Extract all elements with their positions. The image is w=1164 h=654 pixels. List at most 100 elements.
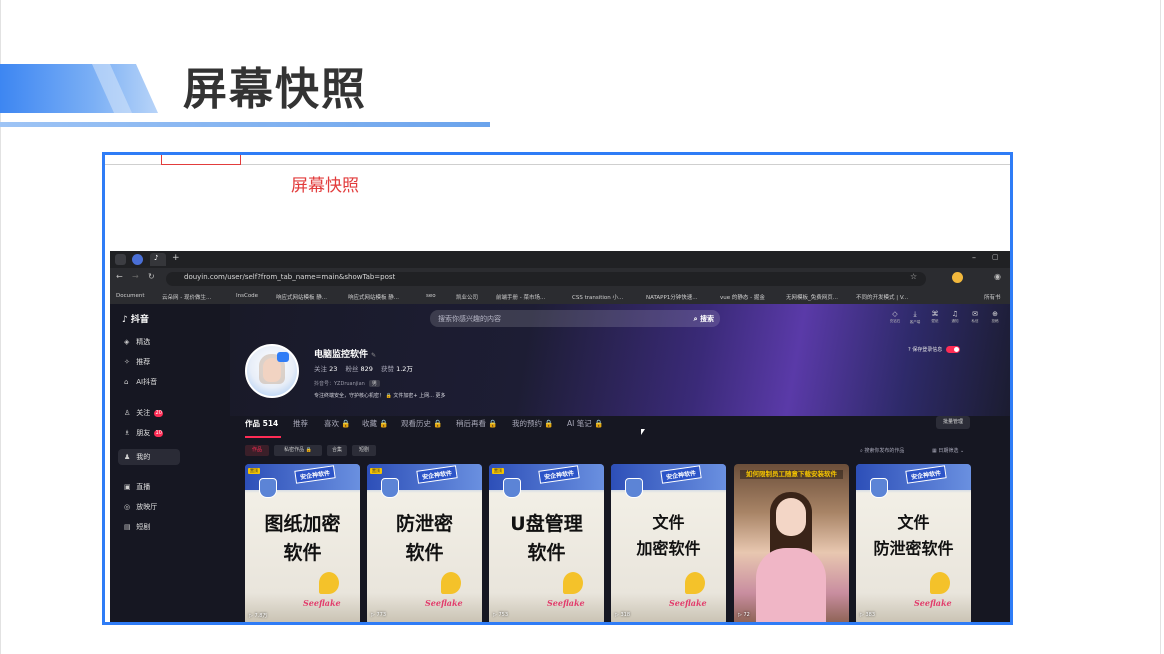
bookmark-item[interactable]: NATAPP1分钟快速... <box>646 293 698 301</box>
download-icon[interactable]: ⤓ 客户端 <box>908 310 922 325</box>
likes-count: 1.2万 <box>396 365 413 373</box>
douyin-logo[interactable]: ♪ 抖音 <box>122 312 149 325</box>
extension-icon[interactable] <box>952 272 963 283</box>
nav-item-following[interactable]: ♙ 关注 20 <box>124 408 164 418</box>
recommend-icon: ✧ <box>124 358 130 366</box>
profile-avatar[interactable] <box>245 344 299 398</box>
bookmark-item[interactable]: CSS transition 小... <box>572 293 623 301</box>
reload-icon[interactable]: ↻ <box>148 272 155 281</box>
bookmark-item[interactable]: vue 的静态 - 掘金 <box>720 293 765 301</box>
nav-item-short-drama[interactable]: ▤ 短剧 <box>124 522 150 532</box>
bookmark-item[interactable]: 不同的开发模式 | V... <box>856 293 908 301</box>
bookmark-item[interactable]: 响应式网站模板 静... <box>276 293 327 301</box>
bookmark-item[interactable]: 无网模板_免费网页... <box>786 293 838 301</box>
tab-likes[interactable]: 喜欢 🔒 <box>324 418 351 429</box>
bookmark-item[interactable]: InsCode <box>236 293 258 299</box>
edit-icon[interactable]: ✎ <box>371 352 376 359</box>
tab-works[interactable]: 作品 514 <box>245 418 278 429</box>
tab-reservations[interactable]: 我的预约 🔒 <box>512 418 554 429</box>
active-tab[interactable]: ♪ <box>150 253 166 266</box>
nav-item-cinema[interactable]: ◎ 放映厅 <box>124 502 157 512</box>
browser-tab-bar: ♪ + – ▢ <box>110 251 1010 268</box>
shield-icon <box>625 478 643 498</box>
tab-watch-later[interactable]: 稍后再看 🔒 <box>456 418 498 429</box>
bookmarks-bar: Document 云朵网 - 现价做生... InsCode 响应式网站模板 静… <box>110 290 1010 304</box>
nav-item-featured[interactable]: ◈ 精选 <box>124 337 150 347</box>
minimize-button[interactable]: – <box>972 253 976 262</box>
ai-icon: ⌂ <box>124 378 129 386</box>
video-card[interactable]: 安企神软件 文件 防泄密软件 Seeflake ▷ 383 <box>856 464 971 622</box>
search-placeholder: 搜索你感兴趣的内容 <box>438 315 501 323</box>
chip-private[interactable]: 私密作品 🔒 <box>274 445 322 456</box>
shield-icon <box>381 478 399 498</box>
chip-short-drama[interactable]: 短剧 <box>352 445 376 456</box>
following-count: 23 <box>329 365 338 373</box>
moon-icon <box>930 572 950 594</box>
screenshot-frame: 屏幕快照 ♪ + – ▢ ← → ↻ douyin.com/user/self?… <box>102 152 1013 625</box>
title-accent-bar <box>0 64 158 113</box>
new-tab-button[interactable]: + <box>172 253 180 263</box>
browser-profile-icon[interactable] <box>132 254 143 265</box>
video-card[interactable]: 安企神软件 置顶 U盘管理 软件 Seeflake ▷ 753 <box>489 464 604 622</box>
video-card-photo[interactable]: 如何限制员工随意下载安装软件 ▷ 72 <box>734 464 849 622</box>
tab-ai-notes[interactable]: AI 笔记 🔒 <box>567 418 603 429</box>
video-card[interactable]: 安企神软件 文件 加密软件 Seeflake ▷ 318 <box>611 464 726 622</box>
batch-manage-button[interactable]: 批量管理 <box>936 416 970 429</box>
bookmark-item[interactable]: 云朵网 - 现价做生... <box>162 293 211 301</box>
search-my-works[interactable]: ⌕ 搜索你发布的作品 <box>860 447 904 454</box>
moon-icon <box>685 572 705 594</box>
notification-icon[interactable]: ♫ 通知 <box>948 310 962 324</box>
all-bookmarks[interactable]: 所有书 <box>984 293 1001 301</box>
nav-item-ai[interactable]: ⌂ AI抖音 <box>124 377 157 387</box>
upload-icon[interactable]: ⊕ 投稿 <box>988 310 1002 324</box>
tab-recommend[interactable]: 推荐 <box>293 418 308 429</box>
video-card[interactable]: 安企神软件 置顶 防泄密 软件 Seeflake ▷ 773 <box>367 464 482 622</box>
card-signature: Seeflake <box>425 598 463 608</box>
bookmark-item[interactable]: seo <box>426 293 436 299</box>
bookmark-item[interactable]: Document <box>116 293 145 299</box>
browser-window: ♪ + – ▢ ← → ↻ douyin.com/user/self?from_… <box>110 251 1010 622</box>
tab-menu-button[interactable] <box>115 254 126 265</box>
play-count: ▷ 773 <box>371 612 386 618</box>
search-box[interactable]: 搜索你感兴趣的内容 ⌕ 搜索 <box>430 310 720 327</box>
account-icon[interactable]: ◉ <box>994 272 1001 281</box>
play-icon: ▷ <box>738 612 742 618</box>
photo-caption: 如何限制员工随意下载安装软件 <box>740 470 843 479</box>
chip-collection[interactable]: 合集 <box>327 445 347 456</box>
shield-icon <box>870 478 888 498</box>
nav-item-friends[interactable]: ♗ 朋友 10 <box>124 428 164 438</box>
save-login-toggle[interactable] <box>946 346 961 353</box>
nav-item-live[interactable]: ▣ 直播 <box>124 482 150 492</box>
nav-item-recommend[interactable]: ✧ 推荐 <box>124 357 150 367</box>
douyin-sidebar: ♪ 抖音 ◈ 精选 ✧ 推荐 ⌂ AI抖音 ♙ 关注 20 ♗ 朋友 10 ♟ 我的… <box>110 304 230 622</box>
tab-history[interactable]: 观看历史 🔒 <box>401 418 443 429</box>
nav-item-mine[interactable]: ♟ 我的 <box>124 452 150 462</box>
message-icon[interactable]: ✉ 私信 <box>968 310 982 324</box>
maximize-button[interactable]: ▢ <box>992 253 999 261</box>
search-button[interactable]: ⌕ 搜索 <box>694 314 714 324</box>
video-card[interactable]: 安企神软件 置顶 图纸加密 软件 Seeflake ▷ 7.8万 <box>245 464 360 622</box>
forward-icon[interactable]: → <box>132 272 139 281</box>
friends-badge: 10 <box>154 429 164 437</box>
profile-stats: 关注 23 粉丝 829 获赞 1.2万 <box>314 365 413 373</box>
pinned-tag: 置顶 <box>370 468 382 474</box>
bookmark-item[interactable]: 响应式网站模板 静... <box>348 293 399 301</box>
tab-favorites[interactable]: 收藏 🔒 <box>362 418 389 429</box>
gender-tag: 男 <box>368 380 380 387</box>
diamond-icon[interactable]: ◇ 充钻石 <box>888 310 902 324</box>
screenshot-annotation: 屏幕快照 <box>291 176 359 196</box>
bookmark-item[interactable]: 前端手册 - 菜市场... <box>496 293 545 301</box>
save-login-toggle-row[interactable]: ? 保存登录信息 <box>908 346 961 353</box>
play-count: ▷ 383 <box>860 612 875 618</box>
top-right-toolbar: ◇ 充钻石 ⤓ 客户端 ⌘ 壁纸 ♫ 通知 ✉ 私信 ⊕ 投稿 <box>888 310 1008 332</box>
douyin-tab-icon: ♪ <box>154 254 159 262</box>
chip-works[interactable]: 作品 <box>245 445 269 456</box>
douyin-page: ♪ 抖音 ◈ 精选 ✧ 推荐 ⌂ AI抖音 ♙ 关注 20 ♗ 朋友 10 ♟ 我的… <box>110 304 1010 622</box>
date-filter[interactable]: ▦ 日期筛选 ⌄ <box>932 447 964 454</box>
bookmark-item[interactable]: 凯业公司 <box>456 293 478 301</box>
short-drama-icon: ▤ <box>124 523 131 531</box>
bookmark-star-icon[interactable]: ☆ <box>910 272 917 281</box>
wallpaper-icon[interactable]: ⌘ 壁纸 <box>928 310 942 324</box>
back-icon[interactable]: ← <box>116 272 123 281</box>
profile-tabs: 作品 514 推荐 喜欢 🔒 收藏 🔒 观看历史 🔒 稍后再看 🔒 我的预约 🔒… <box>245 418 1005 438</box>
